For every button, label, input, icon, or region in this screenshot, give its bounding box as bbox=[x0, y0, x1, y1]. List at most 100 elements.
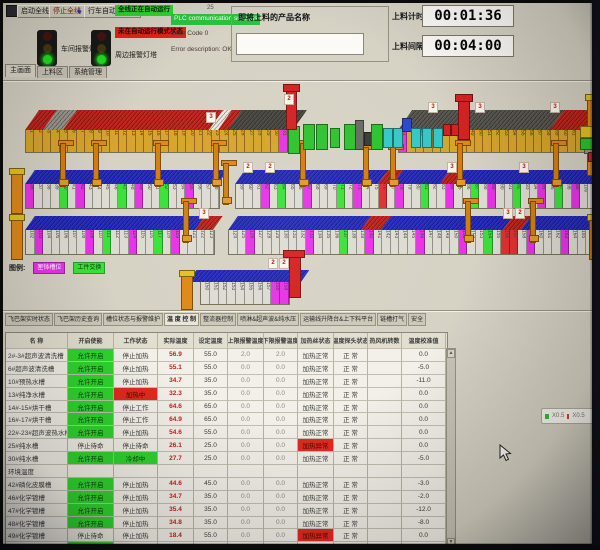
slot-number: 24 bbox=[221, 130, 228, 136]
amber-bulb-icon bbox=[97, 44, 106, 53]
cell-heater: 加热正常 bbox=[298, 517, 334, 530]
slot-number: 159 bbox=[281, 282, 289, 290]
cell-set: 35.0 bbox=[194, 491, 228, 504]
tab-运输线升降台&上下料平台[interactable]: 运输线升降台&上下料平台 bbox=[300, 313, 376, 326]
table-row[interactable]: 6#超声波清洗槽允许开启停止加热55.155.00.00.0加热正常正 常-5.… bbox=[6, 362, 447, 375]
slot-number: 142 bbox=[383, 230, 391, 238]
start-line-button[interactable]: 启动全线 bbox=[17, 5, 53, 18]
slot-number: 4 bbox=[52, 130, 59, 133]
cell-up: 0.0 bbox=[228, 388, 264, 401]
cell-probe: 正 常 bbox=[334, 478, 368, 491]
cell-enable: 允许开启 bbox=[68, 426, 114, 439]
station-machine bbox=[383, 128, 393, 148]
table-row[interactable]: 47#化学镀槽允许开启停止加热35.435.00.00.0加热正常正 常-12.… bbox=[6, 504, 447, 517]
conveyor-b-right-roof bbox=[235, 170, 592, 184]
table-row[interactable]: 2#-3#超声波清洗槽允许开启停止加热56.955.02.02.0加热正常正 常… bbox=[6, 349, 447, 362]
cell-name: 10#预热水槽 bbox=[6, 375, 68, 388]
tab-飞巴架实时状态[interactable]: 飞巴架实时状态 bbox=[5, 313, 53, 326]
table-row[interactable]: 14#-15#烘干槽允许开启停止工作64.665.00.00.0加热正常正 常0… bbox=[6, 401, 447, 414]
slot-cell: 125 bbox=[238, 230, 247, 254]
slot-number: 135 bbox=[324, 230, 332, 238]
lift-cap bbox=[587, 214, 592, 221]
cell-up: 0.0 bbox=[228, 439, 264, 452]
mouse-cursor-icon bbox=[499, 444, 513, 462]
slot-number: 84 bbox=[447, 184, 454, 190]
slot-number: 138 bbox=[349, 230, 357, 238]
next-product-input[interactable] bbox=[236, 33, 364, 55]
table-row[interactable]: 25#纯水槽停止待命停止待命26.125.00.00.0加热异常正 常0.0 bbox=[6, 439, 447, 452]
cell-set bbox=[194, 465, 228, 478]
tab-飞巴架历史查询[interactable]: 飞巴架历史查询 bbox=[54, 313, 102, 326]
tab-温 度 控 制[interactable]: 温 度 控 制 bbox=[164, 313, 199, 326]
cell-actual: 27.7 bbox=[158, 452, 194, 465]
table-row[interactable]: 42#磷化皮膜槽允许开启停止加热44.645.00.00.0加热正常正 常-3.… bbox=[6, 478, 447, 491]
slot-number: 49 bbox=[136, 184, 143, 190]
table-row[interactable]: 22#-23#超声波热水槽允许开启停止加热54.655.00.00.0加热正常正… bbox=[6, 426, 447, 439]
cell-enable: 允许开启 bbox=[68, 491, 114, 504]
count-tag: 2 bbox=[284, 94, 294, 105]
slot-number: 55 bbox=[518, 130, 525, 136]
cell-probe bbox=[334, 465, 368, 478]
cell-status: 停止加热 bbox=[114, 542, 158, 544]
tab-链槽打气[interactable]: 链槽打气 bbox=[377, 313, 407, 326]
station-machine bbox=[588, 152, 592, 162]
slot-cell: 55 bbox=[517, 130, 525, 152]
cell-enable: 允许开启 bbox=[68, 362, 114, 375]
table-row[interactable]: 环境温度 bbox=[6, 465, 447, 478]
slot-number: 8 bbox=[86, 130, 93, 133]
table-row[interactable]: 46#化学镀槽允许开启停止加热34.735.00.00.0加热正常正 常-2.0 bbox=[6, 491, 447, 504]
slot-cell: 20 bbox=[186, 130, 194, 152]
zoom-widget[interactable]: X0.5 X0.5 bbox=[541, 408, 592, 424]
slot-number: 130 bbox=[281, 230, 289, 238]
slot-number: 140 bbox=[366, 230, 374, 238]
table-row[interactable]: 48#化学镀槽允许开启停止加热34.835.00.00.0加热正常正 常-8.0 bbox=[6, 517, 447, 530]
table-row[interactable]: 13#纯净水槽允许开启加热中32.335.00.00.0加热正常正 常0.0 bbox=[6, 388, 447, 401]
tab-主画面[interactable]: 主画面 bbox=[5, 64, 36, 77]
slot-cell: 111 bbox=[103, 230, 112, 254]
slot-number: 68 bbox=[313, 184, 320, 190]
plc-error-code: Error Code 0 bbox=[171, 30, 208, 37]
tab-整流器控制[interactable]: 整流器控制 bbox=[200, 313, 236, 326]
slot-cell: 52 bbox=[492, 130, 500, 152]
cell-calib: -8.0 bbox=[402, 517, 446, 530]
slot-cell: 27 bbox=[245, 130, 253, 152]
table-row[interactable]: 16#-17#烘干槽允许开启停止工作64.965.00.00.0加热正常正 常0… bbox=[6, 413, 447, 426]
tab-喷淋&超声波&纯水压[interactable]: 喷淋&超声波&纯水压 bbox=[237, 313, 299, 326]
slot-number: 125 bbox=[239, 230, 247, 238]
slot-number: 83 bbox=[438, 184, 445, 190]
slot-cell: 115 bbox=[137, 230, 146, 254]
scroll-up-icon[interactable]: ▲ bbox=[447, 349, 455, 358]
tab-系统管理[interactable]: 系统管理 bbox=[69, 66, 107, 78]
roof-segment bbox=[228, 216, 371, 230]
scroll-down-icon[interactable]: ▼ bbox=[447, 538, 455, 544]
table-row[interactable]: 49#化学镀槽停止待命停止加热18.455.00.00.0加热异常正 常0.0 bbox=[6, 529, 447, 542]
slot-cell: 156 bbox=[501, 230, 510, 254]
slot-number: 122 bbox=[198, 230, 206, 238]
slot-number: 56 bbox=[527, 130, 534, 136]
tab-上料区[interactable]: 上料区 bbox=[37, 66, 68, 78]
slot-number: 79 bbox=[405, 184, 412, 190]
slot-number: 46 bbox=[111, 184, 118, 190]
crane-hook bbox=[154, 179, 164, 186]
table-row[interactable]: 50#化学镀槽允许开启停止加热55.655.00.00.0加热正常正 常0.0 bbox=[6, 542, 447, 544]
slot-number: 129 bbox=[273, 230, 281, 238]
slot-cell: 44 bbox=[93, 184, 101, 208]
table-row[interactable]: 10#预热水槽允许开启停止加热34.735.00.00.0加热正常正 常-11.… bbox=[6, 375, 447, 388]
cell-set: 35.0 bbox=[194, 388, 228, 401]
slot-number: 154 bbox=[485, 230, 493, 238]
slot-number: 28 bbox=[255, 130, 262, 136]
slot-number: 100 bbox=[581, 184, 588, 192]
cell-status: 停止工作 bbox=[114, 413, 158, 426]
legend: 图例: 匣钵槽位工件交换 bbox=[9, 262, 105, 274]
zoom-right-value: X0.5 bbox=[572, 413, 584, 419]
table-row[interactable]: 30#纯水槽允许开启冷却中27.725.00.00.0加热正常正 常-5.0 bbox=[6, 452, 447, 465]
tab-槽位状态与报警维护[interactable]: 槽位状态与报警维护 bbox=[103, 313, 163, 326]
slot-number: 70 bbox=[329, 184, 336, 190]
cell-probe: 正 常 bbox=[334, 542, 368, 544]
tab-安全[interactable]: 安全 bbox=[408, 313, 426, 326]
slot-number: 99 bbox=[573, 184, 580, 190]
table-scrollbar[interactable]: ▲ ▼ bbox=[446, 348, 456, 544]
manipulator-crane bbox=[388, 144, 402, 186]
cell-up: 0.0 bbox=[228, 517, 264, 530]
cell-fan bbox=[368, 426, 402, 439]
